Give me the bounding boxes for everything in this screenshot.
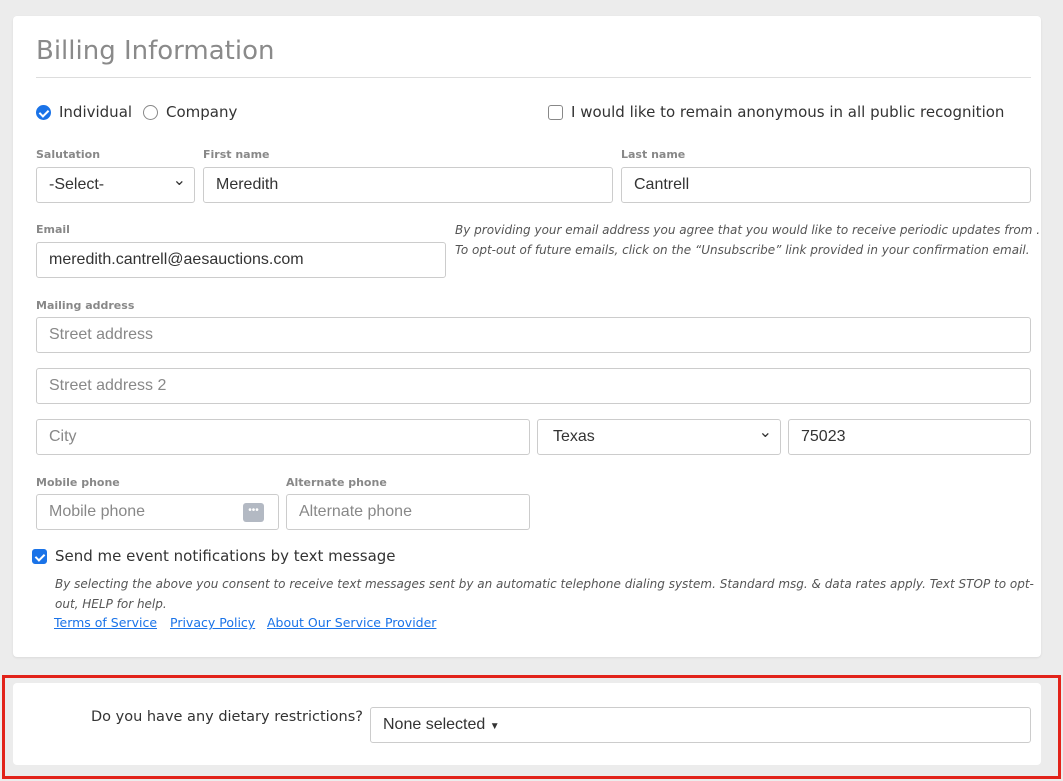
zip-value: 75023 (801, 428, 846, 445)
first-name-label: First name (203, 148, 270, 161)
placeholder: Mobile phone (49, 503, 146, 520)
radio-icon (143, 104, 158, 120)
last-name-label: Last name (621, 148, 686, 161)
email-note-line: To opt-out of future emails, click on th… (455, 243, 1030, 257)
checkbox-label: Send me event notifications by text mess… (55, 547, 396, 565)
email-input[interactable]: meredith.cantrell@aesauctions.com (36, 242, 446, 278)
last-name-input[interactable]: Cantrell (621, 167, 1031, 203)
state-value: Texas (553, 428, 595, 445)
email-note: By providing your email address you agre… (455, 220, 1040, 260)
checkbox-label: I would like to remain anonymous in all … (571, 103, 1005, 121)
salutation-select[interactable]: -Select- (36, 164, 195, 203)
radio-label: Company (166, 103, 238, 121)
autofill-icon[interactable]: ••• (243, 503, 264, 522)
sms-checkbox[interactable]: Send me event notifications by text mess… (32, 547, 396, 565)
highlight-box (2, 675, 1061, 779)
page-title: Billing Information (36, 36, 275, 66)
mobile-phone-label: Mobile phone (36, 476, 120, 489)
alternate-phone-label: Alternate phone (286, 476, 387, 489)
billing-card: Billing Information Individual Company I… (13, 16, 1041, 657)
radio-checked-icon (36, 104, 51, 120)
divider (36, 77, 1031, 78)
first-name-input[interactable]: Meredith (203, 167, 613, 203)
terms-link[interactable]: Terms of Service (54, 615, 157, 630)
provider-link[interactable]: About Our Service Provider (267, 615, 436, 630)
mailing-address-label: Mailing address (36, 299, 135, 312)
city-input[interactable]: City (36, 419, 530, 455)
sms-note: By selecting the above you consent to re… (55, 577, 1034, 611)
email-note-line: By providing your email address you agre… (455, 223, 1041, 237)
email-label: Email (36, 223, 70, 236)
email-value: meredith.cantrell@aesauctions.com (49, 251, 304, 268)
last-name-value: Cantrell (634, 176, 690, 193)
placeholder: City (49, 428, 77, 445)
zip-input[interactable]: 75023 (788, 419, 1031, 455)
mobile-phone-input[interactable]: Mobile phone ••• (36, 494, 279, 530)
placeholder: Street address (49, 326, 154, 343)
radio-label: Individual (59, 103, 133, 121)
checkbox-checked-icon (32, 548, 47, 564)
placeholder: Alternate phone (299, 503, 412, 520)
checkbox-icon (548, 104, 563, 120)
privacy-link[interactable]: Privacy Policy (170, 615, 255, 630)
salutation-value: -Select- (49, 176, 105, 193)
placeholder: Street address 2 (49, 377, 167, 394)
radio-company[interactable]: Company (143, 103, 237, 121)
state-select[interactable]: Texas (537, 416, 781, 455)
first-name-value: Meredith (216, 176, 279, 193)
anonymous-checkbox[interactable]: I would like to remain anonymous in all … (548, 103, 1004, 121)
salutation-label: Salutation (36, 148, 101, 161)
radio-individual[interactable]: Individual (36, 103, 132, 121)
street-address-2-input[interactable]: Street address 2 (36, 368, 1031, 404)
street-address-input[interactable]: Street address (36, 317, 1031, 353)
alternate-phone-input[interactable]: Alternate phone (286, 494, 530, 530)
